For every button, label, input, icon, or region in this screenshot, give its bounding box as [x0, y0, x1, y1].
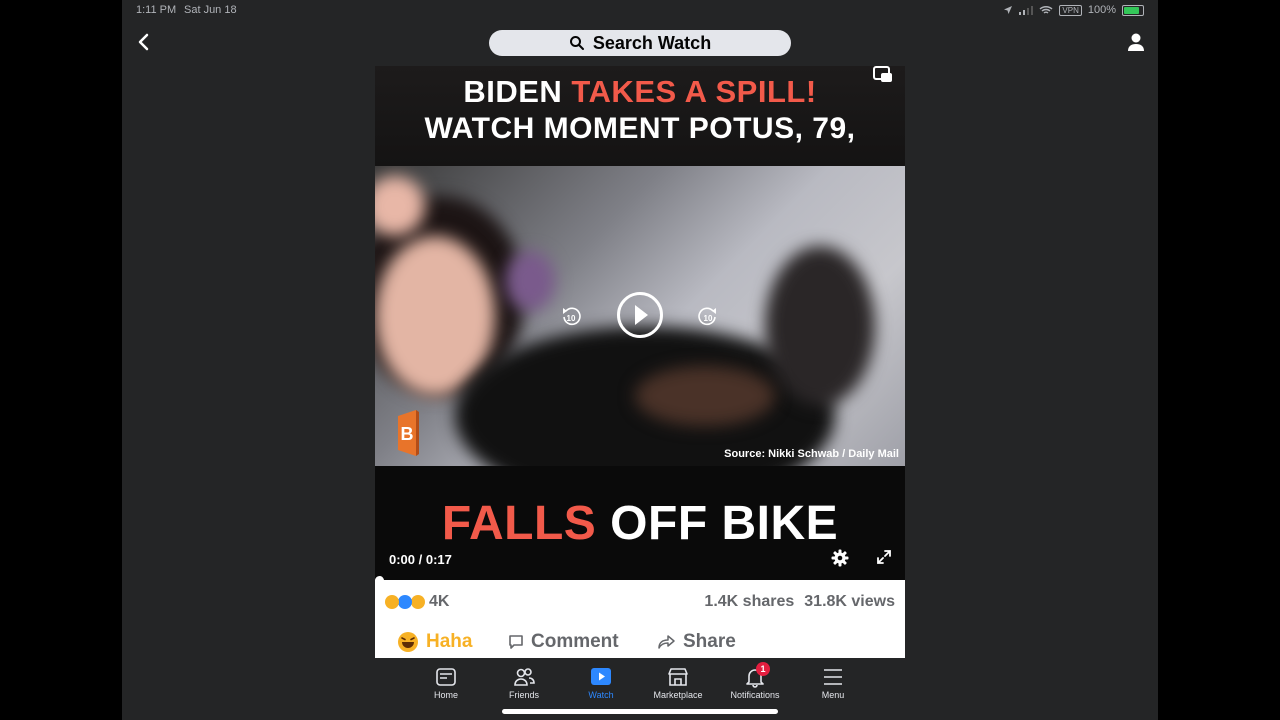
home-icon — [436, 668, 456, 686]
tab-friends-label: Friends — [508, 690, 539, 700]
comment-button[interactable]: Comment — [508, 631, 619, 653]
rewind-10-button[interactable]: 10 — [560, 304, 582, 328]
rewind-seconds: 10 — [567, 314, 576, 323]
headline-off-bike: OFF BIKE — [596, 497, 839, 550]
fullscreen-icon[interactable] — [876, 549, 892, 565]
top-bar: Search Watch — [122, 20, 1158, 66]
video-time: 0:00 / 0:17 — [389, 552, 452, 567]
action-bar: Haha Comment Share — [375, 627, 905, 657]
friends-icon — [514, 668, 535, 686]
share-button[interactable]: Share — [658, 631, 736, 653]
location-icon — [1004, 6, 1013, 14]
forward-10-button[interactable]: 10 — [697, 304, 719, 328]
vpn-badge: VPN — [1059, 4, 1082, 16]
elapsed-time: 0:00 — [389, 552, 416, 567]
tab-marketplace[interactable]: Marketplace — [638, 666, 718, 700]
tab-watch-label: Watch — [588, 690, 614, 700]
headline-takes-a-spill: TAKES A SPILL! — [571, 74, 817, 109]
notification-badge: 1 — [756, 662, 770, 676]
picture-in-picture-icon[interactable] — [872, 66, 894, 85]
headline-line-1: BIDEN TAKES A SPILL! — [375, 74, 905, 110]
menu-icon — [824, 669, 842, 685]
play-button[interactable] — [617, 292, 663, 338]
rewind-icon: 10 — [563, 307, 581, 326]
tab-friends[interactable]: Friends — [484, 666, 564, 700]
gear-icon[interactable] — [831, 549, 849, 567]
post-stats: 1.4K shares 31.8K views — [704, 593, 895, 611]
wifi-icon — [1039, 5, 1053, 14]
tab-home[interactable]: Home — [406, 666, 486, 700]
like-reaction-icon — [398, 595, 412, 609]
search-placeholder: Search Watch — [592, 32, 712, 53]
share-icon — [658, 635, 675, 649]
source-caption: Source: Nikki Schwab / Daily Mail — [724, 448, 899, 460]
search-watch-input[interactable]: Search Watch — [489, 30, 791, 56]
search-icon — [569, 36, 584, 50]
bell-icon-wrap: 1 — [744, 662, 770, 688]
tab-notifications[interactable]: 1 Notifications — [715, 662, 795, 700]
comment-icon — [509, 635, 523, 649]
status-right: VPN 100% — [1003, 4, 1144, 16]
channel-logo: B — [398, 410, 419, 456]
tab-marketplace-label: Marketplace — [653, 690, 703, 700]
signal-icon — [1019, 6, 1034, 15]
haha-reaction-icon — [385, 595, 399, 609]
tab-menu-label: Menu — [821, 690, 845, 700]
tab-home-label: Home — [433, 690, 458, 700]
views-count: 31.8K views — [804, 593, 895, 610]
battery-icon — [1122, 4, 1144, 16]
haha-button[interactable]: Haha — [397, 631, 472, 653]
status-time: 1:11 PM — [136, 4, 177, 16]
watch-icon — [591, 668, 611, 685]
headline-falls: FALLS — [441, 497, 597, 550]
shares-count[interactable]: 1.4K shares — [704, 593, 794, 611]
engagement-card: 4K 1.4K shares 31.8K views Haha Comment … — [375, 580, 905, 658]
forward-seconds: 10 — [704, 314, 713, 323]
status-bar: 1:11 PM Sat Jun 18 VPN 100% — [0, 0, 1280, 20]
tab-notifications-label: Notifications — [730, 690, 780, 700]
haha-icon — [398, 632, 418, 652]
battery-percent: 100% — [1087, 4, 1116, 16]
reaction-count: 4K — [429, 593, 450, 610]
headline-line-3: FALLS OFF BIKE — [375, 496, 905, 551]
home-indicator[interactable] — [502, 709, 778, 714]
play-icon — [635, 305, 648, 325]
forward-icon: 10 — [698, 307, 716, 326]
reaction-summary[interactable]: 4K — [385, 593, 449, 611]
logo-letter: B — [401, 424, 414, 444]
headline-biden: BIDEN — [463, 74, 572, 109]
tab-watch[interactable]: Watch — [561, 666, 641, 700]
wow-reaction-icon — [411, 595, 425, 609]
back-icon[interactable] — [132, 30, 156, 54]
marketplace-icon — [668, 668, 688, 686]
headline-line-2: WATCH MOMENT POTUS, 79, — [424, 112, 856, 145]
tab-menu[interactable]: Menu — [793, 666, 873, 700]
bottom-tab-bar: Home Friends Watch Marketplace 1 Notific… — [122, 658, 1158, 720]
comment-label: Comment — [531, 631, 619, 652]
profile-icon[interactable] — [1124, 30, 1148, 54]
video-player[interactable]: BIDEN TAKES A SPILL! WATCH MOMENT POTUS,… — [375, 66, 905, 580]
duration-time: 0:17 — [425, 552, 452, 567]
status-date: Sat Jun 18 — [184, 4, 237, 16]
share-label: Share — [683, 631, 736, 652]
haha-label: Haha — [426, 631, 473, 652]
